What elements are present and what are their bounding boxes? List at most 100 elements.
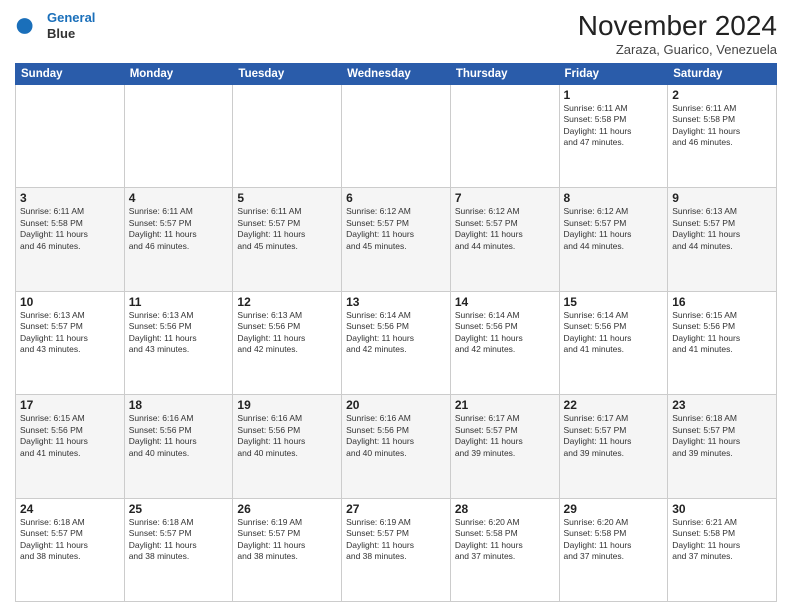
day-info: Sunrise: 6:14 AMSunset: 5:56 PMDaylight:… (346, 310, 446, 356)
table-row: 7Sunrise: 6:12 AMSunset: 5:57 PMDaylight… (450, 188, 559, 291)
day-info: Sunrise: 6:11 AMSunset: 5:58 PMDaylight:… (20, 206, 120, 252)
day-info: Sunrise: 6:15 AMSunset: 5:56 PMDaylight:… (672, 310, 772, 356)
location: Zaraza, Guarico, Venezuela (578, 42, 777, 57)
day-info: Sunrise: 6:17 AMSunset: 5:57 PMDaylight:… (564, 413, 664, 459)
table-row: 5Sunrise: 6:11 AMSunset: 5:57 PMDaylight… (233, 188, 342, 291)
table-row (450, 85, 559, 188)
day-number: 1 (564, 88, 664, 102)
table-row: 8Sunrise: 6:12 AMSunset: 5:57 PMDaylight… (559, 188, 668, 291)
table-row: 9Sunrise: 6:13 AMSunset: 5:57 PMDaylight… (668, 188, 777, 291)
table-row: 24Sunrise: 6:18 AMSunset: 5:57 PMDayligh… (16, 498, 125, 601)
day-info: Sunrise: 6:12 AMSunset: 5:57 PMDaylight:… (346, 206, 446, 252)
day-number: 19 (237, 398, 337, 412)
calendar-week-row: 1Sunrise: 6:11 AMSunset: 5:58 PMDaylight… (16, 85, 777, 188)
day-number: 29 (564, 502, 664, 516)
table-row: 26Sunrise: 6:19 AMSunset: 5:57 PMDayligh… (233, 498, 342, 601)
col-tuesday: Tuesday (233, 64, 342, 85)
logo-icon (15, 12, 43, 40)
day-number: 16 (672, 295, 772, 309)
month-title: November 2024 (578, 10, 777, 42)
table-row: 17Sunrise: 6:15 AMSunset: 5:56 PMDayligh… (16, 395, 125, 498)
day-info: Sunrise: 6:12 AMSunset: 5:57 PMDaylight:… (564, 206, 664, 252)
day-number: 20 (346, 398, 446, 412)
table-row: 4Sunrise: 6:11 AMSunset: 5:57 PMDaylight… (124, 188, 233, 291)
table-row: 15Sunrise: 6:14 AMSunset: 5:56 PMDayligh… (559, 291, 668, 394)
col-thursday: Thursday (450, 64, 559, 85)
day-number: 14 (455, 295, 555, 309)
calendar-week-row: 24Sunrise: 6:18 AMSunset: 5:57 PMDayligh… (16, 498, 777, 601)
day-number: 17 (20, 398, 120, 412)
table-row (124, 85, 233, 188)
col-wednesday: Wednesday (342, 64, 451, 85)
table-row: 19Sunrise: 6:16 AMSunset: 5:56 PMDayligh… (233, 395, 342, 498)
day-info: Sunrise: 6:20 AMSunset: 5:58 PMDaylight:… (564, 517, 664, 563)
day-number: 26 (237, 502, 337, 516)
day-number: 18 (129, 398, 229, 412)
table-row: 6Sunrise: 6:12 AMSunset: 5:57 PMDaylight… (342, 188, 451, 291)
table-row: 3Sunrise: 6:11 AMSunset: 5:58 PMDaylight… (16, 188, 125, 291)
day-info: Sunrise: 6:11 AMSunset: 5:58 PMDaylight:… (564, 103, 664, 149)
calendar: Sunday Monday Tuesday Wednesday Thursday… (15, 63, 777, 602)
day-info: Sunrise: 6:17 AMSunset: 5:57 PMDaylight:… (455, 413, 555, 459)
table-row: 11Sunrise: 6:13 AMSunset: 5:56 PMDayligh… (124, 291, 233, 394)
day-number: 7 (455, 191, 555, 205)
day-info: Sunrise: 6:13 AMSunset: 5:56 PMDaylight:… (129, 310, 229, 356)
day-number: 13 (346, 295, 446, 309)
day-info: Sunrise: 6:18 AMSunset: 5:57 PMDaylight:… (129, 517, 229, 563)
table-row: 30Sunrise: 6:21 AMSunset: 5:58 PMDayligh… (668, 498, 777, 601)
page: General Blue November 2024 Zaraza, Guari… (0, 0, 792, 612)
day-number: 12 (237, 295, 337, 309)
table-row: 1Sunrise: 6:11 AMSunset: 5:58 PMDaylight… (559, 85, 668, 188)
day-info: Sunrise: 6:15 AMSunset: 5:56 PMDaylight:… (20, 413, 120, 459)
table-row (233, 85, 342, 188)
day-number: 6 (346, 191, 446, 205)
day-info: Sunrise: 6:20 AMSunset: 5:58 PMDaylight:… (455, 517, 555, 563)
day-info: Sunrise: 6:12 AMSunset: 5:57 PMDaylight:… (455, 206, 555, 252)
calendar-week-row: 17Sunrise: 6:15 AMSunset: 5:56 PMDayligh… (16, 395, 777, 498)
table-row: 29Sunrise: 6:20 AMSunset: 5:58 PMDayligh… (559, 498, 668, 601)
table-row: 27Sunrise: 6:19 AMSunset: 5:57 PMDayligh… (342, 498, 451, 601)
day-number: 28 (455, 502, 555, 516)
table-row: 10Sunrise: 6:13 AMSunset: 5:57 PMDayligh… (16, 291, 125, 394)
table-row: 23Sunrise: 6:18 AMSunset: 5:57 PMDayligh… (668, 395, 777, 498)
table-row: 25Sunrise: 6:18 AMSunset: 5:57 PMDayligh… (124, 498, 233, 601)
table-row: 22Sunrise: 6:17 AMSunset: 5:57 PMDayligh… (559, 395, 668, 498)
table-row: 21Sunrise: 6:17 AMSunset: 5:57 PMDayligh… (450, 395, 559, 498)
day-info: Sunrise: 6:16 AMSunset: 5:56 PMDaylight:… (237, 413, 337, 459)
day-info: Sunrise: 6:13 AMSunset: 5:57 PMDaylight:… (20, 310, 120, 356)
col-monday: Monday (124, 64, 233, 85)
calendar-header-row: Sunday Monday Tuesday Wednesday Thursday… (16, 64, 777, 85)
table-row: 28Sunrise: 6:20 AMSunset: 5:58 PMDayligh… (450, 498, 559, 601)
day-info: Sunrise: 6:16 AMSunset: 5:56 PMDaylight:… (346, 413, 446, 459)
day-number: 15 (564, 295, 664, 309)
day-info: Sunrise: 6:18 AMSunset: 5:57 PMDaylight:… (672, 413, 772, 459)
table-row (16, 85, 125, 188)
day-info: Sunrise: 6:16 AMSunset: 5:56 PMDaylight:… (129, 413, 229, 459)
title-block: November 2024 Zaraza, Guarico, Venezuela (578, 10, 777, 57)
day-info: Sunrise: 6:11 AMSunset: 5:57 PMDaylight:… (129, 206, 229, 252)
day-number: 22 (564, 398, 664, 412)
day-number: 5 (237, 191, 337, 205)
day-number: 10 (20, 295, 120, 309)
table-row: 13Sunrise: 6:14 AMSunset: 5:56 PMDayligh… (342, 291, 451, 394)
day-info: Sunrise: 6:14 AMSunset: 5:56 PMDaylight:… (455, 310, 555, 356)
day-number: 3 (20, 191, 120, 205)
day-number: 30 (672, 502, 772, 516)
day-info: Sunrise: 6:21 AMSunset: 5:58 PMDaylight:… (672, 517, 772, 563)
day-info: Sunrise: 6:14 AMSunset: 5:56 PMDaylight:… (564, 310, 664, 356)
logo: General Blue (15, 10, 95, 41)
table-row (342, 85, 451, 188)
col-saturday: Saturday (668, 64, 777, 85)
day-number: 11 (129, 295, 229, 309)
day-info: Sunrise: 6:13 AMSunset: 5:57 PMDaylight:… (672, 206, 772, 252)
table-row: 14Sunrise: 6:14 AMSunset: 5:56 PMDayligh… (450, 291, 559, 394)
day-number: 8 (564, 191, 664, 205)
table-row: 20Sunrise: 6:16 AMSunset: 5:56 PMDayligh… (342, 395, 451, 498)
table-row: 18Sunrise: 6:16 AMSunset: 5:56 PMDayligh… (124, 395, 233, 498)
table-row: 16Sunrise: 6:15 AMSunset: 5:56 PMDayligh… (668, 291, 777, 394)
day-number: 25 (129, 502, 229, 516)
day-number: 27 (346, 502, 446, 516)
calendar-week-row: 10Sunrise: 6:13 AMSunset: 5:57 PMDayligh… (16, 291, 777, 394)
col-friday: Friday (559, 64, 668, 85)
logo-text: General Blue (47, 10, 95, 41)
